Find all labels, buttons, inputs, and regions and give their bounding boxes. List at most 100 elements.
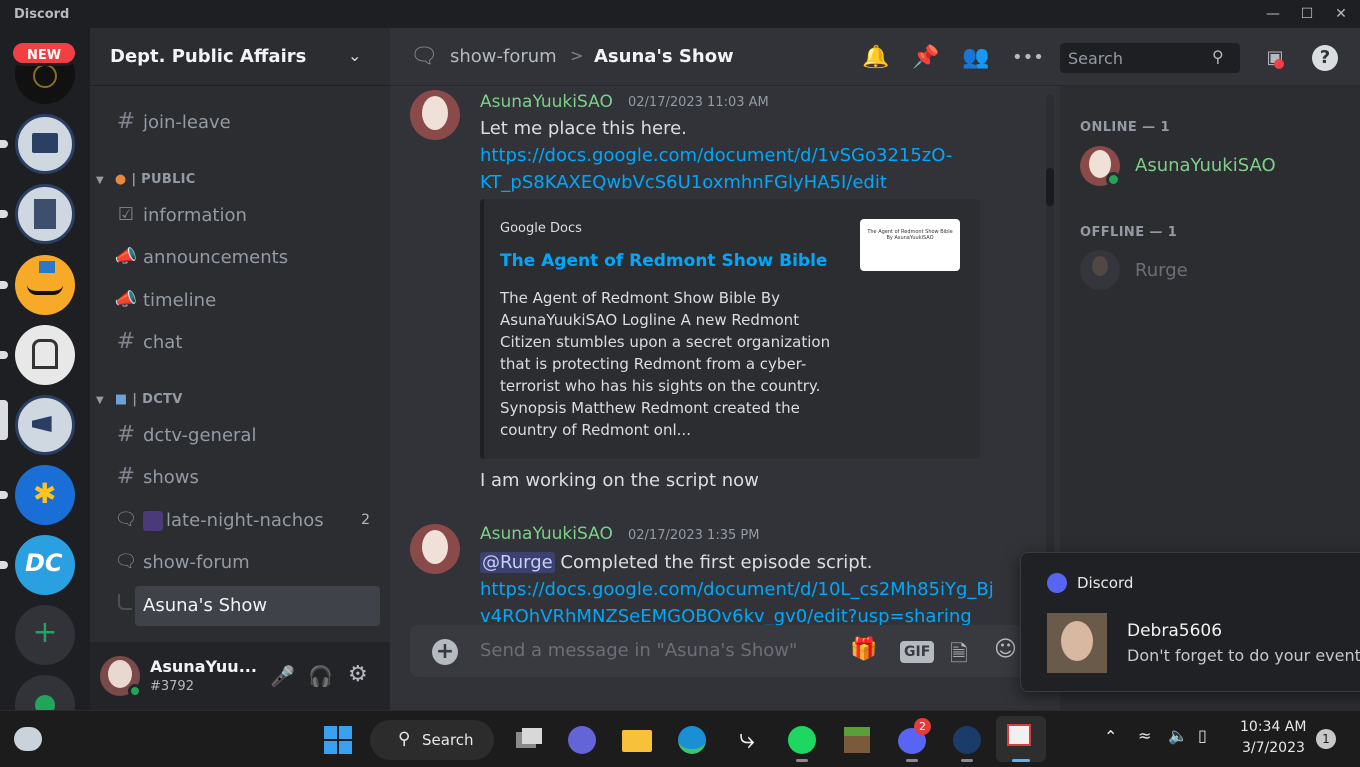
maximize-button[interactable]: ☐ — [1294, 4, 1320, 24]
add-attachment-icon[interactable]: + — [432, 639, 458, 665]
headphones-icon[interactable]: 🎧 — [308, 664, 333, 688]
toast-avatar — [1047, 613, 1107, 673]
task-view-icon[interactable] — [510, 722, 546, 758]
microphone-icon[interactable]: 🎤 — [270, 664, 295, 688]
teams-chat-icon[interactable] — [564, 722, 600, 758]
channel-late-night-nachos[interactable]: 🗨 late-night-nachos 2 — [106, 502, 380, 540]
server-icon-city[interactable] — [15, 325, 75, 385]
member-name[interactable]: AsunaYuukiSAO — [1135, 155, 1276, 176]
channel-information[interactable]: ☑ information — [106, 197, 380, 235]
emoji-icon[interactable]: ☺ — [994, 637, 1017, 662]
toast-title: Debra5606 — [1127, 621, 1223, 641]
taskbar-search[interactable]: ⚲ Search — [370, 720, 494, 760]
battery-icon[interactable]: ▯ — [1198, 726, 1207, 745]
online-status-dot — [128, 684, 142, 698]
search-icon: ⚲ — [1212, 47, 1224, 66]
embed-thumbnail[interactable]: The Agent of Redmont Show Bible By Asuna… — [860, 219, 960, 271]
nachos-emoji-icon — [143, 511, 163, 531]
start-button[interactable] — [320, 722, 356, 758]
sticker-icon[interactable]: 🗎 — [950, 637, 968, 675]
server-icon-public-affairs[interactable] — [15, 395, 75, 455]
clock-date[interactable]: 3/7/2023 — [1242, 740, 1305, 756]
running-indicator — [961, 759, 973, 762]
wifi-icon[interactable]: ≈ — [1138, 726, 1151, 745]
thread-label: Asuna's Show — [143, 595, 268, 616]
channel-show-forum[interactable]: 🗨 show-forum — [106, 544, 380, 582]
discord-taskbar-icon[interactable]: 2 — [894, 718, 931, 758]
avatar[interactable] — [410, 524, 460, 574]
channel-chat[interactable]: # chat — [106, 324, 380, 362]
message-author[interactable]: AsunaYuukiSAO — [480, 92, 613, 112]
spotify-icon[interactable] — [784, 722, 820, 758]
app-lightning-icon[interactable]: ⤷ — [729, 722, 765, 758]
help-icon[interactable]: ? — [1312, 45, 1338, 71]
snipping-tool-icon[interactable] — [996, 716, 1046, 762]
channel-dctv-general[interactable]: # dctv-general — [106, 417, 380, 455]
message-author[interactable]: AsunaYuukiSAO — [480, 524, 613, 544]
gear-icon[interactable]: ⚙ — [348, 662, 368, 687]
server-icon-amazon[interactable] — [15, 255, 75, 315]
avatar[interactable] — [410, 90, 460, 140]
inbox-unread-dot — [1274, 59, 1284, 69]
breadcrumb-separator: > — [570, 46, 584, 65]
message-input[interactable]: Send a message in "Asuna's Show" — [480, 640, 797, 661]
tv-emoji-icon: ■ — [114, 392, 128, 407]
server-icon-walmart[interactable]: ✱ — [15, 465, 75, 525]
chevron-up-icon[interactable]: ⌃ — [1104, 727, 1117, 746]
explore-servers-button[interactable] — [15, 675, 75, 710]
channel-label: late-night-nachos — [166, 510, 324, 531]
message-link[interactable]: KT_pS8KAXEQwbVcS6U1oxmhnFGlyHA5I/edit — [480, 172, 887, 193]
bell-icon[interactable]: 🔔 — [862, 45, 889, 71]
message-link[interactable]: https://docs.google.com/document/d/1vSGo… — [480, 145, 952, 166]
clock-time[interactable]: 10:34 AM — [1240, 719, 1306, 735]
scrollbar-thumb[interactable] — [1046, 168, 1054, 206]
megaphone-icon: 📣 — [114, 246, 138, 267]
add-server-button[interactable]: + — [15, 605, 75, 665]
server-icon-dc[interactable]: DC — [15, 535, 75, 595]
megaphone-icon: 📣 — [114, 289, 138, 310]
user-mention[interactable]: @Rurge — [480, 552, 555, 573]
thread-asunas-show[interactable]: Asuna's Show — [135, 586, 380, 626]
edge-icon[interactable] — [674, 722, 710, 758]
steam-icon[interactable] — [949, 722, 985, 758]
search-icon: ⚲ — [398, 729, 411, 749]
gift-icon[interactable]: 🎁 — [850, 637, 877, 662]
category-public[interactable]: ▼ ● | PUBLIC — [96, 172, 196, 187]
channel-label: information — [143, 205, 247, 226]
message-link[interactable]: https://docs.google.com/document/d/10L_c… — [480, 579, 994, 600]
avatar[interactable] — [1080, 250, 1120, 290]
notification-count[interactable]: 1 — [1316, 729, 1336, 749]
channel-label: chat — [143, 332, 183, 353]
minecraft-icon[interactable] — [839, 722, 875, 758]
weather-icon[interactable] — [14, 727, 42, 751]
channel-topbar: 🗨 show-forum > Asuna's Show 🔔 📌 👥 ••• Se… — [390, 28, 1360, 86]
title-bar: Discord — ☐ ✕ — [0, 0, 1360, 28]
category-dctv[interactable]: ▼ ■ | DCTV — [96, 392, 183, 407]
chevron-down-icon: ▼ — [96, 395, 104, 406]
category-label: | DCTV — [132, 392, 183, 407]
search-input[interactable]: Search ⚲ — [1060, 43, 1240, 73]
file-explorer-icon[interactable] — [619, 722, 655, 758]
more-icon[interactable]: ••• — [1012, 45, 1044, 71]
notification-toast[interactable]: Discord Debra5606 Don't forget to do you… — [1020, 552, 1360, 692]
embed-title[interactable]: The Agent of Redmont Show Bible — [500, 251, 827, 271]
channel-join-leave[interactable]: # join-leave — [106, 104, 380, 142]
offline-header: OFFLINE — 1 — [1080, 225, 1178, 240]
guild-header[interactable]: Dept. Public Affairs ⌄ — [90, 28, 390, 86]
minimize-button[interactable]: — — [1260, 4, 1286, 24]
server-icon-construction[interactable] — [15, 184, 75, 244]
server-icon-education[interactable] — [15, 114, 75, 174]
breadcrumb-forum[interactable]: show-forum — [450, 46, 557, 67]
close-button[interactable]: ✕ — [1328, 4, 1354, 24]
volume-icon[interactable]: 🔈 — [1168, 726, 1188, 745]
gif-button[interactable]: GIF — [900, 641, 935, 663]
forum-icon: 🗨 — [114, 509, 138, 530]
member-name[interactable]: Rurge — [1135, 260, 1188, 281]
members-icon[interactable]: 👥 — [962, 45, 989, 71]
message-link[interactable]: v4ROhVRhMNZSeEMGOBOv6kv_gv0/edit?usp=sha… — [480, 606, 972, 625]
channel-announcements[interactable]: 📣 announcements — [106, 239, 380, 277]
channel-timeline[interactable]: 📣 timeline — [106, 282, 380, 320]
channel-shows[interactable]: # shows — [106, 459, 380, 497]
pin-icon[interactable]: 📌 — [912, 45, 939, 71]
message-timestamp: 02/17/2023 11:03 AM — [628, 95, 769, 110]
